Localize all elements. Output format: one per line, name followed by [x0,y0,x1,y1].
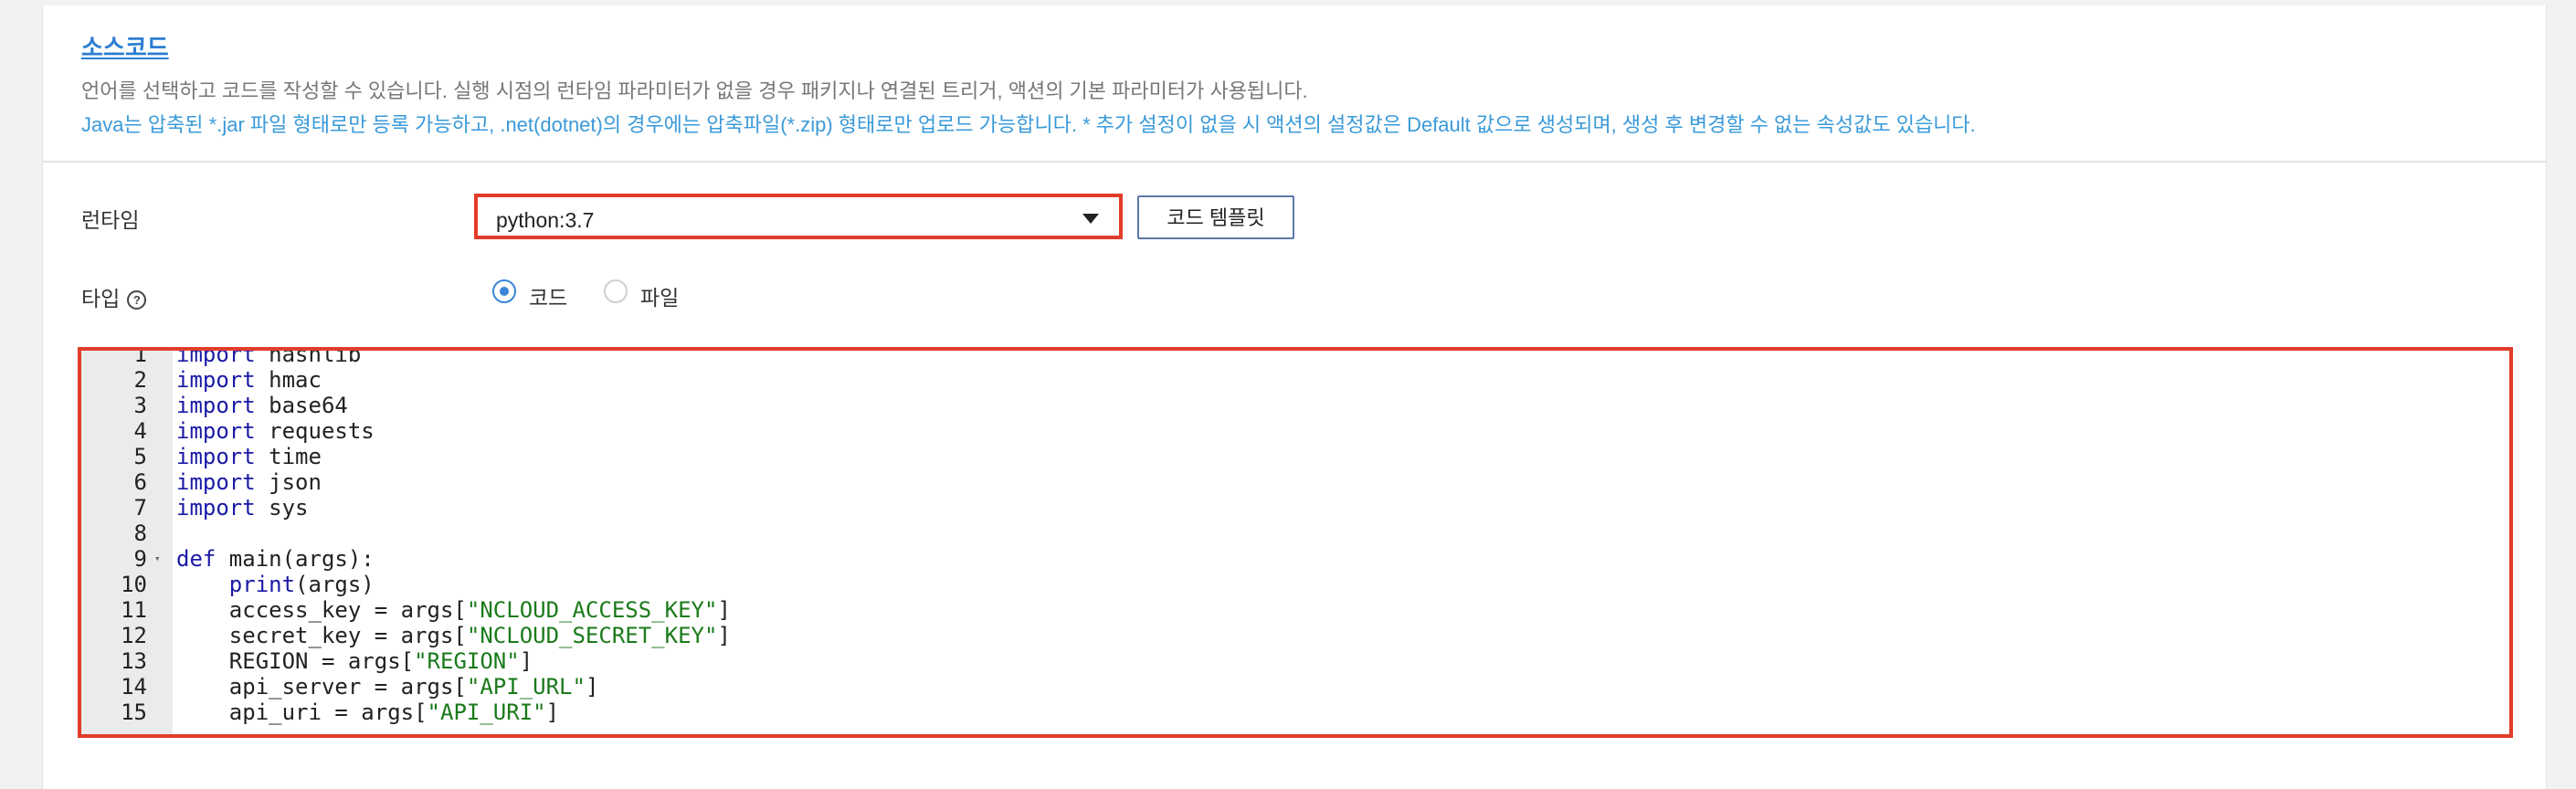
code-token: import [176,347,256,367]
line-number: 8 [133,521,147,546]
line-number: 12 [121,623,147,648]
code-token: print [228,572,296,597]
code-token: import [176,495,256,521]
line-number: 14 [121,674,147,700]
code-line[interactable]: 8 [81,521,2509,546]
line-number: 13 [121,648,147,674]
line-number: 9 [133,546,147,572]
type-label: 타입 [81,287,121,310]
code-text: def main(args): [176,546,375,572]
code-token: hashlib [255,347,362,367]
code-token: "API_URI" [427,700,546,725]
code-line[interactable]: 10 print(args) [81,572,2509,597]
type-label-row: 타입? [81,281,147,312]
code-text: import hmac [176,367,322,393]
code-line[interactable]: 9 ▾ def main(args): [81,546,2509,572]
runtime-select[interactable]: python:3.7 [474,194,1123,239]
radio-unselected-icon[interactable] [604,279,628,303]
code-line[interactable]: 13 REGION = args["REGION"] [81,648,2509,674]
code-line[interactable]: 11 access_key = args["NCLOUD_ACCESS_KEY"… [81,597,2509,623]
line-number: 11 [121,597,147,623]
code-token: api_server = args[ [176,674,467,700]
section-note: Java는 압축된 *.jar 파일 형태로만 등록 가능하고, .net(do… [81,113,1976,136]
line-number: 7 [133,495,147,521]
code-token: access_key = args[ [176,597,467,623]
code-token: json [255,469,322,495]
code-editor[interactable]: 1 import hashlib 2 import hmac 3 import base6… [78,347,2513,738]
code-token: ] [585,674,599,700]
code-token: requests [255,418,375,444]
runtime-selected-value: python:3.7 [496,208,595,232]
code-template-button[interactable]: 코드 템플릿 [1137,195,1294,239]
code-line[interactable]: 14 api_server = args["API_URL"] [81,674,2509,700]
line-number: 2 [133,367,147,393]
section-title[interactable]: 소스코드 [81,29,169,63]
code-token: (args) [295,572,375,597]
line-number: 1 [133,347,147,367]
code-token: ] [717,597,731,623]
code-token: import [176,418,256,444]
code-token: ] [545,700,560,725]
code-text: api_server = args["API_URL"] [176,674,599,700]
code-line[interactable]: 3 import base64 [81,393,2509,418]
code-text: import json [176,469,322,495]
radio-selected-icon[interactable] [492,279,516,303]
code-text: secret_key = args["NCLOUD_SECRET_KEY"] [176,623,731,648]
code-token: api_uri = args[ [176,700,428,725]
line-number: 3 [133,393,147,418]
code-text: import base64 [176,393,348,418]
code-token: "NCLOUD_ACCESS_KEY" [466,597,718,623]
code-text: access_key = args["NCLOUD_ACCESS_KEY"] [176,597,731,623]
code-line[interactable]: 15 api_uri = args["API_URI"] [81,700,2509,725]
code-line[interactable]: 1 import hashlib [81,347,2509,367]
code-line[interactable]: 2 import hmac [81,367,2509,393]
section-description: 언어를 선택하고 코드를 작성할 수 있습니다. 실행 시점의 런타임 파라미터… [81,79,1308,102]
line-number: 10 [121,572,147,597]
code-token: REGION = args[ [176,648,415,674]
code-token: hmac [255,367,322,393]
caret-down-icon [1082,214,1099,224]
code-lines[interactable]: 1 import hashlib 2 import hmac 3 import base6… [81,347,2509,725]
code-line[interactable]: 12 secret_key = args["NCLOUD_SECRET_KEY"… [81,623,2509,648]
divider [43,161,2546,163]
code-token: "REGION" [414,648,520,674]
code-text: api_uri = args["API_URI"] [176,700,559,725]
line-number: 15 [121,700,147,725]
code-token: import [176,367,256,393]
code-line[interactable]: 6 import json [81,469,2509,495]
code-token: import [176,469,256,495]
code-token: secret_key = args[ [176,623,467,648]
code-token: ] [519,648,533,674]
code-token: ] [717,623,731,648]
code-line[interactable]: 4 import requests [81,418,2509,444]
code-line[interactable]: 7 import sys [81,495,2509,521]
fold-arrow-icon[interactable]: ▾ [154,546,161,572]
code-token: import [176,444,256,469]
code-token: import [176,393,256,418]
source-code-panel: 소스코드 언어를 선택하고 코드를 작성할 수 있습니다. 실행 시점의 런타임… [42,5,2547,789]
line-number: 4 [133,418,147,444]
code-line[interactable]: 5 import time [81,444,2509,469]
help-icon[interactable]: ? [127,290,147,310]
code-token: "NCLOUD_SECRET_KEY" [466,623,718,648]
code-token: time [255,444,322,469]
code-token: "API_URL" [466,674,586,700]
code-text: REGION = args["REGION"] [176,648,533,674]
type-option-file-label: 파일 [640,286,680,310]
type-option-code-label: 코드 [529,286,568,310]
code-token: def [176,546,216,572]
code-text: import time [176,444,322,469]
code-text: import requests [176,418,375,444]
code-token: base64 [255,393,348,418]
runtime-label: 런타임 [81,208,140,232]
code-text: print(args) [176,572,375,597]
line-number: 5 [133,444,147,469]
code-token: main(args): [216,546,375,572]
code-text: import hashlib [176,347,362,367]
code-token: sys [255,495,309,521]
code-text: import sys [176,495,309,521]
line-number: 6 [133,469,147,495]
